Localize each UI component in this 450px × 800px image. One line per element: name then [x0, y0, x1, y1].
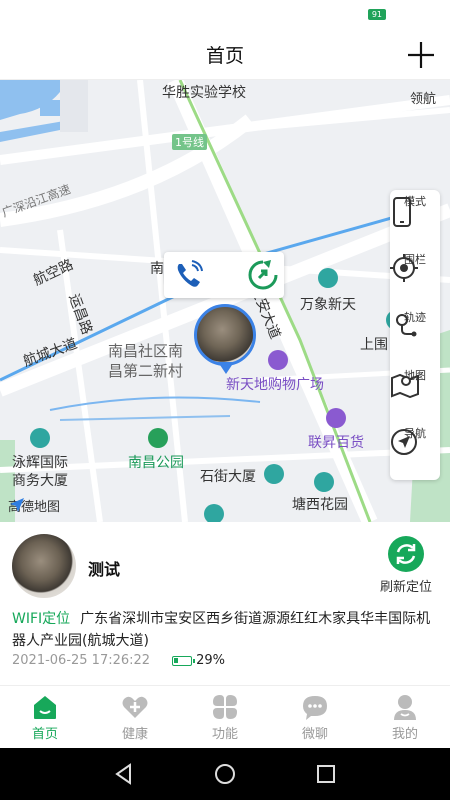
- location-address: WIFI定位 广东省深圳市宝安区西乡街道源源红红木家具华丰国际机器人产业园(航城大…: [12, 608, 438, 652]
- page-title: 首页: [205, 45, 244, 67]
- map-label-yonghui2: 商务大厦: [12, 473, 68, 489]
- map-label-metro: 1号线: [172, 134, 207, 150]
- tab-functions-label: 功能: [211, 727, 238, 742]
- map-label-linghang: 领航: [410, 92, 437, 107]
- device-location-marker[interactable]: [192, 302, 262, 382]
- map-label-shijie: 石街大厦: [200, 469, 256, 485]
- refresh-location-label: 刷新定位: [379, 580, 432, 595]
- track-icon: [396, 314, 417, 337]
- grid-clover-icon: [213, 695, 237, 719]
- map-label-nanchang-park: 南昌公园: [128, 455, 184, 471]
- refresh-location-button[interactable]: 刷新定位: [372, 536, 440, 595]
- address-text: 广东省深圳市宝安区西乡街道源源红红木家具华丰国际机器人产业园(航城大道): [12, 611, 431, 649]
- refresh-icon: [388, 536, 424, 572]
- poi-icon: [30, 428, 50, 448]
- chat-bubble-icon: [303, 696, 327, 720]
- fence-target-icon: [390, 254, 418, 282]
- add-icon[interactable]: [402, 36, 440, 74]
- heart-plus-icon: [122, 696, 148, 718]
- poi-icon: [204, 504, 224, 522]
- tab-profile-label: 我的: [391, 727, 418, 742]
- tab-profile[interactable]: 我的: [360, 686, 450, 748]
- bottom-tab-bar: 首页 健康 功能 微聊 我的: [0, 685, 450, 748]
- amap-logo: 高德地图: [8, 496, 60, 515]
- device-avatar[interactable]: [12, 534, 76, 598]
- tool-fence[interactable]: 围栏: [390, 248, 440, 306]
- navigation-icon: [391, 429, 417, 455]
- tab-functions[interactable]: 功能: [180, 686, 270, 748]
- poi-icon: [318, 268, 338, 288]
- battery-icon: [172, 655, 196, 666]
- tool-navigate[interactable]: 导航: [390, 422, 440, 480]
- tab-home[interactable]: 首页: [0, 686, 90, 748]
- call-icon[interactable]: [170, 256, 208, 294]
- map-label-yonghui: 泳辉国际: [12, 455, 68, 471]
- map-icon: [391, 373, 419, 398]
- phone-mode-icon: [393, 197, 411, 227]
- status-bar: 91: [0, 0, 450, 30]
- back-icon[interactable]: [112, 762, 136, 786]
- map-label-wanxiang: 万象新天: [300, 297, 356, 313]
- battery-percent: 29%: [196, 653, 225, 668]
- location-type: WIFI定位: [12, 611, 71, 627]
- system-nav-bar: [0, 748, 450, 800]
- device-meta: 2021-06-25 17:26:22 29%: [12, 653, 225, 668]
- poi-icon: [268, 350, 288, 370]
- tool-map[interactable]: 地图: [390, 364, 440, 422]
- map-label-shangwei: 上围: [360, 337, 388, 353]
- home-circle-icon[interactable]: [213, 762, 237, 786]
- map-toolbar: 模式 围栏 轨迹 地图 导航: [390, 190, 440, 480]
- device-battery: 29%: [172, 653, 225, 668]
- location-callout: [164, 252, 284, 298]
- map-label-lianhua: 联昇百货: [308, 435, 364, 451]
- amap-arrow-icon: [10, 498, 24, 512]
- map-view[interactable]: 华胜实验学校 领航 1号线 广深沿江高速 航空路 运昌路 南航明 宝安大道 万象…: [0, 80, 450, 522]
- tab-health[interactable]: 健康: [90, 686, 180, 748]
- device-name: 测试: [88, 560, 121, 579]
- status-battery: 91: [367, 9, 386, 20]
- location-timestamp: 2021-06-25 17:26:22: [12, 653, 151, 668]
- tab-health-label: 健康: [121, 727, 148, 742]
- refresh-location-icon[interactable]: [244, 256, 282, 294]
- poi-icon: [314, 472, 334, 492]
- map-label-nanchang-community: 南昌社区南: [108, 342, 184, 360]
- tab-chat[interactable]: 微聊: [270, 686, 360, 748]
- poi-icon: [148, 428, 168, 448]
- map-label-school: 华胜实验学校: [162, 85, 246, 101]
- recents-icon[interactable]: [314, 762, 338, 786]
- marker-avatar: [194, 304, 256, 366]
- profile-icon: [394, 695, 416, 720]
- map-label-nanchang-village: 昌第二新村: [108, 362, 184, 380]
- marker-tip: [218, 362, 234, 374]
- tool-track[interactable]: 轨迹: [390, 306, 440, 364]
- device-info-panel: 测试 刷新定位 WIFI定位 广东省深圳市宝安区西乡街道源源红红木家具华丰国际机器…: [0, 522, 450, 685]
- app-header: 首页: [0, 30, 450, 80]
- tab-chat-label: 微聊: [301, 727, 328, 742]
- tool-mode[interactable]: 模式: [390, 190, 440, 248]
- map-label-tangxi: 塘西花园: [292, 497, 348, 513]
- poi-icon: [326, 408, 346, 428]
- tab-home-label: 首页: [31, 727, 58, 742]
- home-icon: [34, 696, 56, 719]
- poi-icon: [264, 464, 284, 484]
